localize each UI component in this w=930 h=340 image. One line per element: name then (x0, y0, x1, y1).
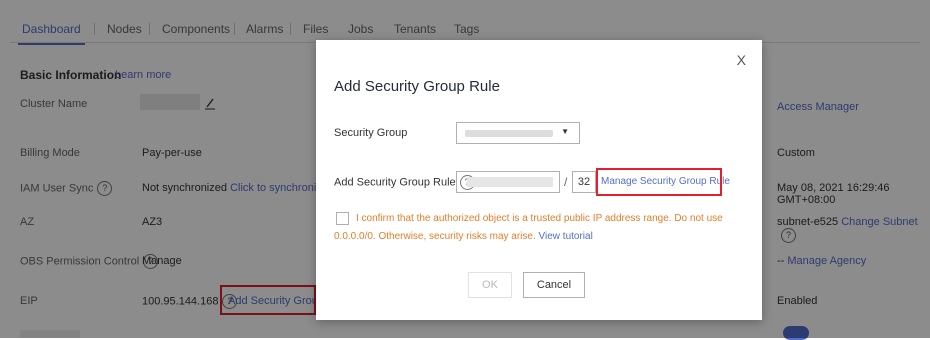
add-rule-text: Add Security Group Rule (334, 176, 456, 189)
view-tutorial-link[interactable]: View tutorial (539, 231, 593, 242)
warning-text: I confirm that the authorized object is … (334, 213, 723, 242)
add-rule-label: Add Security Group Rule? (334, 175, 475, 190)
ip-address-input[interactable] (456, 171, 560, 193)
security-group-value-redacted (465, 130, 553, 137)
security-warning: I confirm that the authorized object is … (334, 210, 754, 246)
security-group-label: Security Group (334, 127, 408, 139)
ip-address-redacted (467, 177, 553, 187)
highlight-box-manage-rule (596, 168, 722, 196)
subnet-mask-input[interactable]: 32 (572, 171, 596, 193)
ok-button[interactable]: OK (468, 272, 512, 298)
cancel-button[interactable]: Cancel (523, 272, 585, 298)
dialog-title: Add Security Group Rule (334, 78, 500, 95)
chevron-down-icon: ▼ (561, 127, 569, 136)
close-icon[interactable]: X (737, 52, 746, 68)
add-security-group-rule-dialog: X Add Security Group Rule Security Group… (316, 40, 762, 320)
cidr-slash: / (564, 175, 568, 189)
security-group-select[interactable]: ▼ (456, 122, 580, 144)
